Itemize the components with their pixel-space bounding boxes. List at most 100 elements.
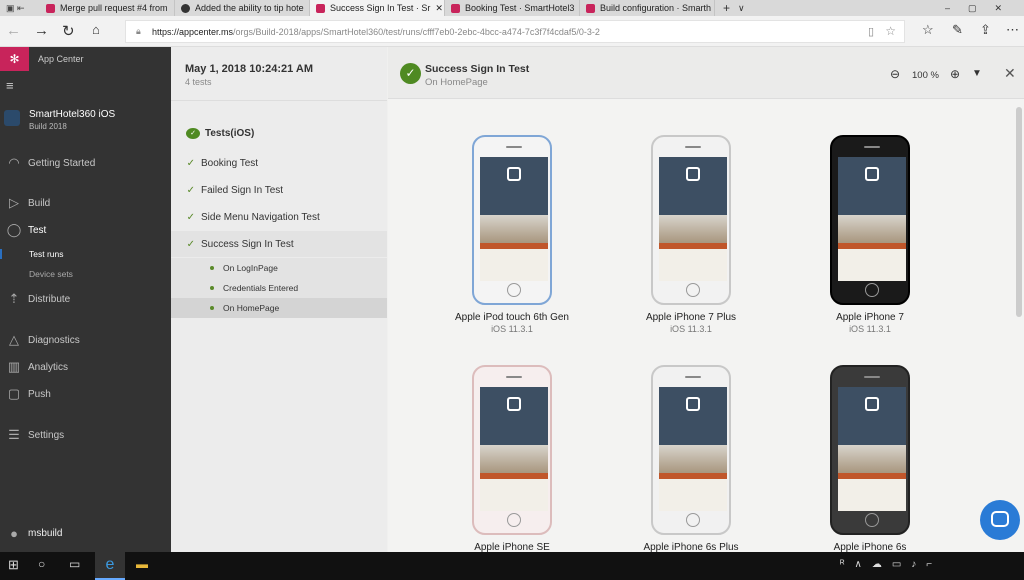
file-explorer-icon[interactable]: ▬ [136, 557, 148, 571]
url-path: /orgs/Build-2018/apps/SmartHotel360/test… [233, 26, 600, 37]
gauge-icon: ◠ [8, 155, 20, 170]
close-icon[interactable]: ✕ [1004, 65, 1016, 82]
tab-merge[interactable]: Merge pull request #4 from [40, 0, 175, 16]
tab-commit[interactable]: Added the ability to tip hote [175, 0, 310, 16]
sidebar-item-getting-started[interactable]: ◠ Getting Started [0, 155, 171, 171]
speaker [685, 376, 701, 378]
tree-step-credentials-entered[interactable]: Credentials Entered [171, 278, 387, 298]
user-menu[interactable]: ● msbuild [0, 526, 171, 541]
edge-icon[interactable]: e [95, 552, 125, 580]
home-button [686, 513, 700, 527]
sidebar-item-label: Test runs [29, 249, 64, 259]
brand-label: App Center [38, 54, 84, 64]
sidebar-item-push[interactable]: ▢ Push [0, 386, 171, 402]
window-controls[interactable]: –▢✕ [945, 3, 1024, 14]
zoom-level: 100 % [912, 70, 939, 81]
device-screenshot[interactable] [651, 135, 731, 305]
tab-label: Merge pull request #4 from [60, 3, 168, 13]
smarthotel-logo-icon [686, 397, 700, 411]
restaurant-card [480, 249, 548, 281]
app-name[interactable]: SmartHotel360 iOS [29, 109, 115, 120]
app-subtitle: Build 2018 [29, 122, 67, 131]
smarthotel-logo-icon [865, 397, 879, 411]
tab-label: Added the ability to tip hote [195, 3, 304, 13]
sidebar-item-diagnostics[interactable]: △ Diagnostics [0, 332, 171, 348]
tree-label: On HomePage [223, 303, 280, 313]
sidebar-item-label: Test [28, 224, 47, 236]
home-button [865, 513, 879, 527]
tree-item-failed-sign-in-test[interactable]: ✓ Failed Sign In Test [171, 177, 387, 203]
task-view-icon[interactable]: ▭ [69, 557, 80, 571]
device-screenshot[interactable] [830, 135, 910, 305]
device-screenshot[interactable] [472, 135, 552, 305]
hamburger-menu-icon[interactable]: ≡ [6, 78, 14, 93]
sidebar-item-build[interactable]: ▷ Build [0, 195, 171, 211]
sidebar-item-analytics[interactable]: ▥ Analytics [0, 359, 171, 375]
sidebar-item-device-sets[interactable]: Device sets [0, 269, 171, 279]
favorites-icon[interactable]: ☆ [922, 22, 934, 38]
zoom-in-icon[interactable]: ⊕ [950, 67, 960, 81]
windows-start-icon[interactable]: ⊞ [8, 557, 19, 573]
chevron-down-icon[interactable]: ∨ [738, 3, 745, 14]
test-tree-panel: May 1, 2018 10:24:21 AM 4 tests ✓ Tests(i… [171, 47, 387, 552]
reading-view-icon[interactable]: ▯ [868, 25, 874, 38]
sidebar-item-label: Analytics [28, 361, 69, 373]
more-icon[interactable]: ⋯ [1006, 22, 1019, 38]
tab-build-config[interactable]: Build configuration · Smarth [580, 0, 715, 16]
tab-label: Booking Test · SmartHotel3 [465, 3, 575, 13]
url-input[interactable]: 🔒︎ https://appcenter.ms/orgs/Build-2018/… [125, 20, 905, 43]
restaurant-card [838, 249, 906, 281]
device-screenshot[interactable] [472, 365, 552, 535]
tab-success-sign-in[interactable]: Success Sign In Test · Sr ✕ [310, 0, 445, 16]
forward-icon[interactable]: → [34, 22, 49, 39]
scrollbar[interactable] [1016, 107, 1022, 317]
room-image [659, 215, 727, 243]
sidebar-item-label: Push [28, 388, 51, 400]
refresh-icon[interactable]: ↻ [62, 22, 75, 40]
share-icon[interactable]: ⇪ [980, 22, 991, 38]
tab-bar: ▣ ⇤ Merge pull request #4 from Added the… [0, 0, 1024, 16]
new-tab-icon[interactable]: + [715, 1, 738, 15]
filter-icon[interactable]: ▼ [972, 68, 982, 79]
sidebar-item-test[interactable]: ◯ Test [0, 222, 171, 238]
appcenter-favicon [451, 3, 460, 13]
tree-step-on-homepage[interactable]: On HomePage [171, 298, 387, 318]
room-image [838, 445, 906, 473]
tree-item-success-sign-in-test[interactable]: ✓ Success Sign In Test [171, 231, 387, 257]
warning-icon: △ [9, 332, 19, 347]
sidebar-item-settings[interactable]: ☰ Settings [0, 427, 171, 443]
tree-label: Credentials Entered [223, 283, 299, 293]
device-name: Apple iPhone 7 Plus [645, 312, 737, 323]
tab-booking[interactable]: Booking Test · SmartHotel3 [445, 0, 580, 16]
sidebar-item-distribute[interactable]: ⇡ Distribute [0, 291, 171, 307]
search-icon[interactable]: ○ [38, 557, 45, 571]
appcenter-logo-icon[interactable]: ✻ [0, 47, 29, 71]
success-check-icon: ✓ [186, 127, 200, 139]
sidebar-item-label: Settings [28, 429, 65, 441]
device-screenshot[interactable] [830, 365, 910, 535]
chart-icon: ▥ [7, 359, 21, 374]
notes-icon[interactable]: ✎ [952, 22, 963, 38]
sidebar-item-test-runs[interactable]: Test runs [0, 249, 171, 259]
tab-actions-icon[interactable]: ▣ ⇤ [0, 3, 40, 14]
back-icon[interactable]: ← [6, 22, 21, 39]
device-screenshot[interactable] [651, 365, 731, 535]
zoom-out-icon[interactable]: ⊖ [890, 67, 900, 81]
home-button [686, 283, 700, 297]
test-count: 4 tests [185, 77, 212, 87]
tree-item-booking-test[interactable]: ✓ Booking Test [171, 150, 387, 176]
check-icon: ✓ [186, 184, 195, 196]
home-icon[interactable]: ⌂ [92, 22, 100, 37]
tree-item-side-menu-test[interactable]: ✓ Side Menu Navigation Test [171, 204, 387, 230]
close-tab-icon[interactable]: ✕ [435, 3, 443, 14]
chat-button[interactable] [980, 500, 1020, 540]
device-name: Apple iPod touch 6th Gen [455, 312, 569, 323]
system-tray-icons[interactable]: ᴿ∧☁▭♪⌐ [840, 559, 942, 570]
check-icon: ✓ [186, 157, 195, 169]
tree-step-on-loginpage[interactable]: On LogInPage [171, 258, 387, 278]
room-image [838, 215, 906, 243]
device-os: iOS 11.3.1 [670, 324, 712, 334]
favorite-star-icon[interactable]: ☆ [885, 24, 896, 38]
tree-root-tests-ios[interactable]: ✓ Tests(iOS) [171, 120, 387, 146]
check-icon: ✓ [186, 211, 195, 223]
